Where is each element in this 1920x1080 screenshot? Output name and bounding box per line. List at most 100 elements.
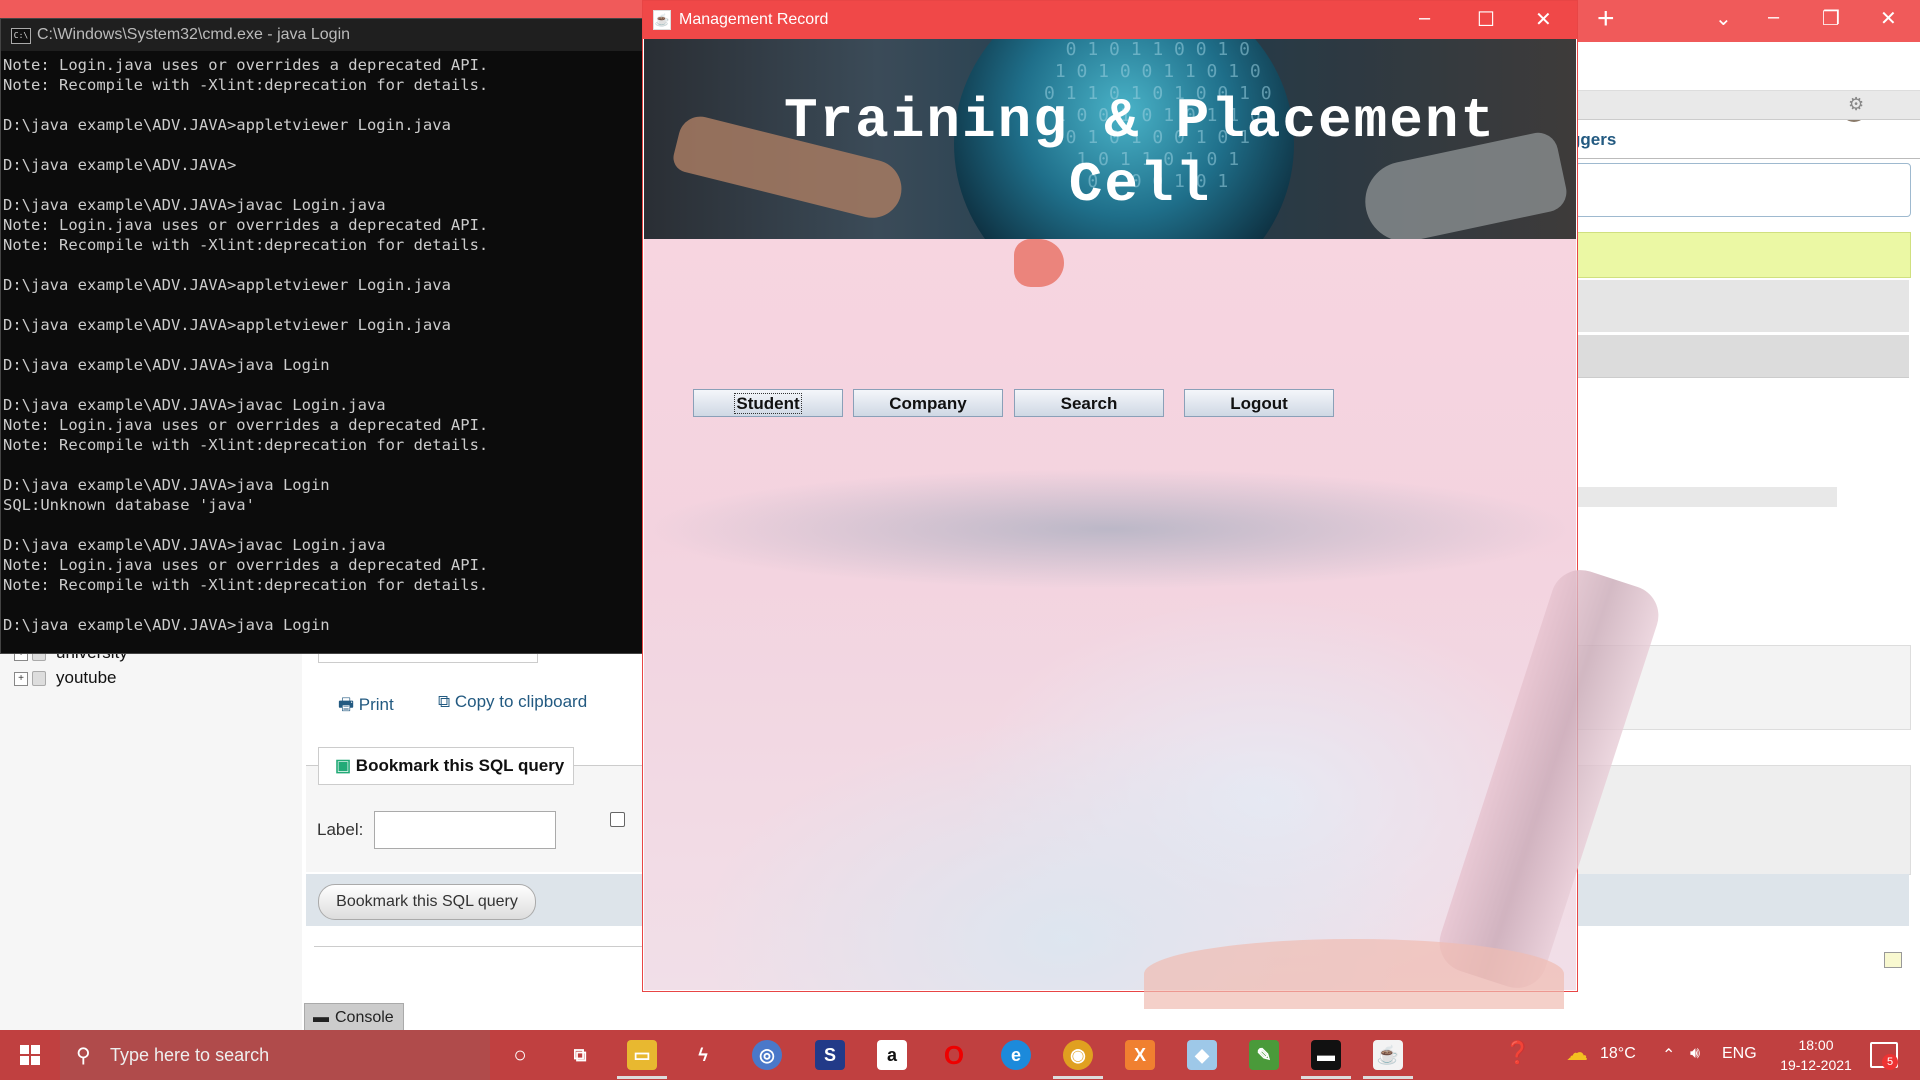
console-line: Note: Login.java uses or overrides a dep… [3, 216, 489, 234]
divider [314, 946, 642, 947]
success-message [1575, 232, 1911, 278]
copy-to-clipboard-link[interactable]: ⧉ Copy to clipboard [438, 692, 587, 712]
console-line: D:\java example\ADV.JAVA>appletviewer Lo… [3, 116, 451, 134]
app-lightning-icon[interactable]: ϟ [688, 1040, 718, 1070]
sublime-icon[interactable]: S [815, 1040, 845, 1070]
console-line: D:\java example\ADV.JAVA>appletviewer Lo… [3, 276, 451, 294]
console-line: D:\java example\ADV.JAVA>javac Login.jav… [3, 396, 386, 414]
minimize-icon[interactable]: – [1768, 6, 1779, 29]
content-background [644, 239, 1667, 1009]
virtualbox-icon[interactable]: ◆ [1187, 1040, 1217, 1070]
language-indicator[interactable]: ENG [1722, 1045, 1757, 1063]
java-icon[interactable]: ☕ [1373, 1040, 1403, 1070]
console-line: Note: Recompile with -Xlint:deprecation … [3, 436, 489, 454]
console-tab[interactable]: ▬ Console [304, 1003, 404, 1032]
chevron-down-icon[interactable]: ⌄ [1715, 6, 1732, 31]
help-icon[interactable]: ❓ [1504, 1040, 1531, 1066]
cortana-icon[interactable]: ○ [505, 1040, 535, 1070]
query-result-panel [1575, 280, 1909, 332]
weather-icon[interactable]: ☁ [1566, 1040, 1588, 1066]
console-line: Note: Recompile with -Xlint:deprecation … [3, 576, 489, 594]
close-icon[interactable]: ✕ [1535, 7, 1552, 32]
start-button[interactable] [0, 1030, 60, 1080]
gear-icon[interactable]: ⚙ [1848, 94, 1864, 115]
console-icon: ▬ [313, 1009, 329, 1026]
file-explorer-icon[interactable]: ▭ [627, 1040, 657, 1070]
database-tree: +university +youtube [0, 640, 304, 1030]
close-icon[interactable]: ✕ [1880, 6, 1897, 31]
print-link[interactable]: 🖶 Print [338, 692, 394, 721]
expand-icon[interactable]: + [14, 671, 28, 686]
editor-icon[interactable]: ✎ [1249, 1040, 1279, 1070]
search-placeholder: Type here to search [110, 1045, 270, 1065]
console-line: Note: Login.java uses or overrides a dep… [3, 416, 489, 434]
chrome-icon[interactable]: ◉ [1063, 1040, 1093, 1070]
cmd-window[interactable]: C:\ C:\Windows\System32\cmd.exe - java L… [0, 18, 644, 654]
console-line: D:\java example\ADV.JAVA>javac Login.jav… [3, 196, 386, 214]
water-splash [644, 459, 1576, 599]
horizontal-scrollbar[interactable] [1575, 487, 1837, 507]
logout-button[interactable]: Logout [1184, 389, 1334, 417]
taskbar-search[interactable]: ⚲ Type here to search [60, 1030, 490, 1080]
active-indicator [1301, 1076, 1351, 1079]
clock[interactable]: 18:00 19-12-2021 [1776, 1035, 1856, 1075]
console-line: Note: Login.java uses or overrides a dep… [3, 56, 489, 74]
bookmark-icon: ▣ [335, 756, 352, 775]
management-record-window[interactable]: ☕ Management Record – ☐ ✕ 0 1 0 1 1 0 0 … [642, 0, 1667, 1009]
hand-image [1144, 939, 1564, 1009]
console-line: D:\java example\ADV.JAVA> [3, 156, 237, 174]
window-title-bar[interactable]: ☕ Management Record – ☐ ✕ [643, 1, 1577, 39]
time: 18:00 [1798, 1037, 1834, 1053]
opera-icon[interactable]: O [939, 1040, 969, 1070]
console-line: D:\java example\ADV.JAVA>appletviewer Lo… [3, 316, 451, 334]
maximize-icon[interactable]: ☐ [1477, 7, 1495, 32]
volume-icon[interactable]: 🔊︎ [1690, 1045, 1700, 1063]
search-button[interactable]: Search [1014, 389, 1164, 417]
cmd-title-bar[interactable]: C:\ C:\Windows\System32\cmd.exe - java L… [1, 19, 643, 51]
chromium-icon[interactable]: ◎ [752, 1040, 782, 1070]
label-input[interactable] [374, 811, 556, 849]
pma-top-bar [1575, 91, 1920, 120]
cmd-title: C:\Windows\System32\cmd.exe - java Login [37, 26, 351, 43]
terminal-icon[interactable]: ▬ [1311, 1040, 1341, 1070]
bookmark-panel-right [1575, 765, 1911, 875]
bookmark-button[interactable]: Bookmark this SQL query [318, 884, 536, 920]
console-line: Note: Recompile with -Xlint:deprecation … [3, 76, 489, 94]
java-app-icon: ☕ [653, 10, 671, 30]
task-view-icon[interactable]: ⧉ [565, 1040, 595, 1070]
banner-title: Training & Placement Cell [783, 89, 1497, 217]
console-line: D:\java example\ADV.JAVA>javac Login.jav… [3, 536, 386, 554]
active-indicator [1053, 1076, 1103, 1079]
amazon-icon[interactable]: a [877, 1040, 907, 1070]
new-tab-icon[interactable]: + [1597, 2, 1615, 36]
date: 19-12-2021 [1780, 1057, 1852, 1073]
restore-icon[interactable]: ❐ [1822, 6, 1840, 31]
company-button[interactable]: Company [853, 389, 1003, 417]
result-toolbar [1575, 335, 1909, 378]
tree-item-youtube[interactable]: + youtube [14, 668, 117, 688]
active-indicator [617, 1076, 667, 1079]
edge-icon[interactable]: e [1001, 1040, 1031, 1070]
fish-image [1014, 239, 1064, 287]
window-title: Management Record [679, 11, 829, 28]
temperature[interactable]: 18°C [1600, 1045, 1636, 1063]
console-line: SQL:Unknown database 'java' [3, 496, 255, 514]
cmd-icon: C:\ [11, 28, 31, 44]
chevron-up-icon[interactable]: ⌃ [1662, 1045, 1675, 1065]
window-icon[interactable] [1884, 952, 1902, 968]
console-line: Note: Recompile with -Xlint:deprecation … [3, 236, 489, 254]
xampp-icon[interactable]: X [1125, 1040, 1155, 1070]
minimize-icon[interactable]: – [1419, 7, 1430, 30]
sql-query-box[interactable] [1575, 163, 1911, 217]
shared-checkbox[interactable] [610, 812, 625, 827]
windows-icon [20, 1045, 40, 1065]
student-button[interactable]: Student [693, 389, 843, 417]
